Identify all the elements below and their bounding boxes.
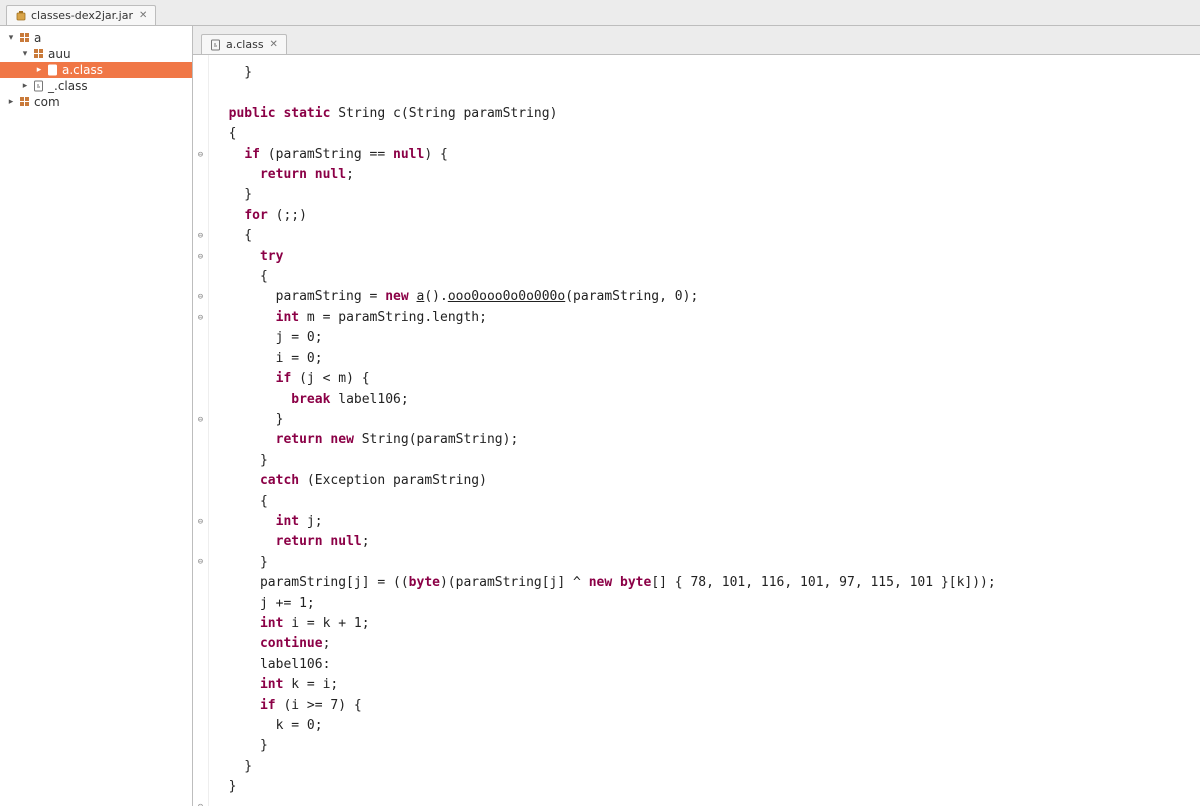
fold-toggle-icon [193,695,208,715]
fold-toggle-icon [193,430,208,450]
close-icon[interactable]: ✕ [270,39,278,50]
fold-toggle-icon[interactable] [193,145,208,165]
fold-toggle-icon [193,328,208,348]
fold-toggle-icon [193,491,208,511]
fold-toggle-icon[interactable] [193,512,208,532]
fold-toggle-icon [193,83,208,103]
editor-tab-label: a.class [226,38,264,51]
class-file-icon [33,80,45,92]
tree-item-a-class[interactable]: ▸ a.class [0,62,192,78]
fold-toggle-icon [193,124,208,144]
tree-item-under-class[interactable]: ▸ _.class [0,78,192,94]
fold-toggle-icon [193,185,208,205]
fold-toggle-icon [193,654,208,674]
package-icon [19,32,31,44]
fold-toggle-icon [193,736,208,756]
fold-toggle-icon[interactable] [193,226,208,246]
fold-toggle-icon [193,593,208,613]
fold-toggle-icon [193,267,208,287]
tree-label: com [34,95,60,109]
fold-toggle-icon[interactable] [193,797,208,806]
fold-toggle-icon [193,369,208,389]
fold-toggle-icon [193,675,208,695]
fold-toggle-icon [193,716,208,736]
close-icon[interactable]: ✕ [139,10,147,21]
fold-toggle-icon [193,165,208,185]
chevron-right-icon[interactable]: ▸ [6,97,16,107]
fold-toggle-icon [193,389,208,409]
package-explorer[interactable]: ▾ a ▾ auu ▸ a.class ▸ _.class ▸ com [0,26,193,806]
main-area: ▾ a ▾ auu ▸ a.class ▸ _.class ▸ com [0,26,1200,806]
tree-item-auu[interactable]: ▾ auu [0,46,192,62]
fold-gutter[interactable] [193,55,209,806]
editor-tab-a-class[interactable]: a.class ✕ [201,34,287,54]
class-file-icon [47,64,59,76]
code-pane: } public static String c(String paramStr… [193,54,1200,806]
tree-label: a.class [62,63,103,77]
fold-toggle-icon[interactable] [193,247,208,267]
code-editor[interactable]: } public static String c(String paramStr… [209,55,1200,806]
fold-toggle-icon [193,634,208,654]
fold-toggle-icon[interactable] [193,410,208,430]
chevron-down-icon[interactable]: ▾ [6,33,16,43]
fold-toggle-icon [193,573,208,593]
chevron-down-icon[interactable]: ▾ [20,49,30,59]
tree-label: auu [48,47,71,61]
fold-toggle-icon [193,471,208,491]
top-tab-bar: classes-dex2jar.jar ✕ [0,0,1200,26]
fold-toggle-icon [193,206,208,226]
fold-toggle-icon [193,777,208,797]
top-tab-jar[interactable]: classes-dex2jar.jar ✕ [6,5,156,25]
editor-tab-bar: a.class ✕ [193,26,1200,54]
fold-toggle-icon [193,348,208,368]
top-tab-label: classes-dex2jar.jar [31,9,133,22]
tree-label: _.class [48,79,88,93]
tree-item-com[interactable]: ▸ com [0,94,192,110]
chevron-right-icon[interactable]: ▸ [34,65,44,75]
fold-toggle-icon [193,614,208,634]
tree-item-a[interactable]: ▾ a [0,30,192,46]
package-icon [33,48,45,60]
fold-toggle-icon[interactable] [193,308,208,328]
fold-toggle-icon [193,450,208,470]
fold-toggle-icon [193,756,208,776]
fold-toggle-icon [193,63,208,83]
fold-toggle-icon[interactable] [193,552,208,572]
tree-label: a [34,31,41,45]
fold-toggle-icon [193,532,208,552]
chevron-right-icon[interactable]: ▸ [20,81,30,91]
fold-toggle-icon[interactable] [193,287,208,307]
class-file-icon [210,39,222,51]
editor-area: a.class ✕ } public static String c(Strin… [193,26,1200,806]
package-icon [19,96,31,108]
fold-toggle-icon [193,104,208,124]
jar-icon [15,10,27,22]
